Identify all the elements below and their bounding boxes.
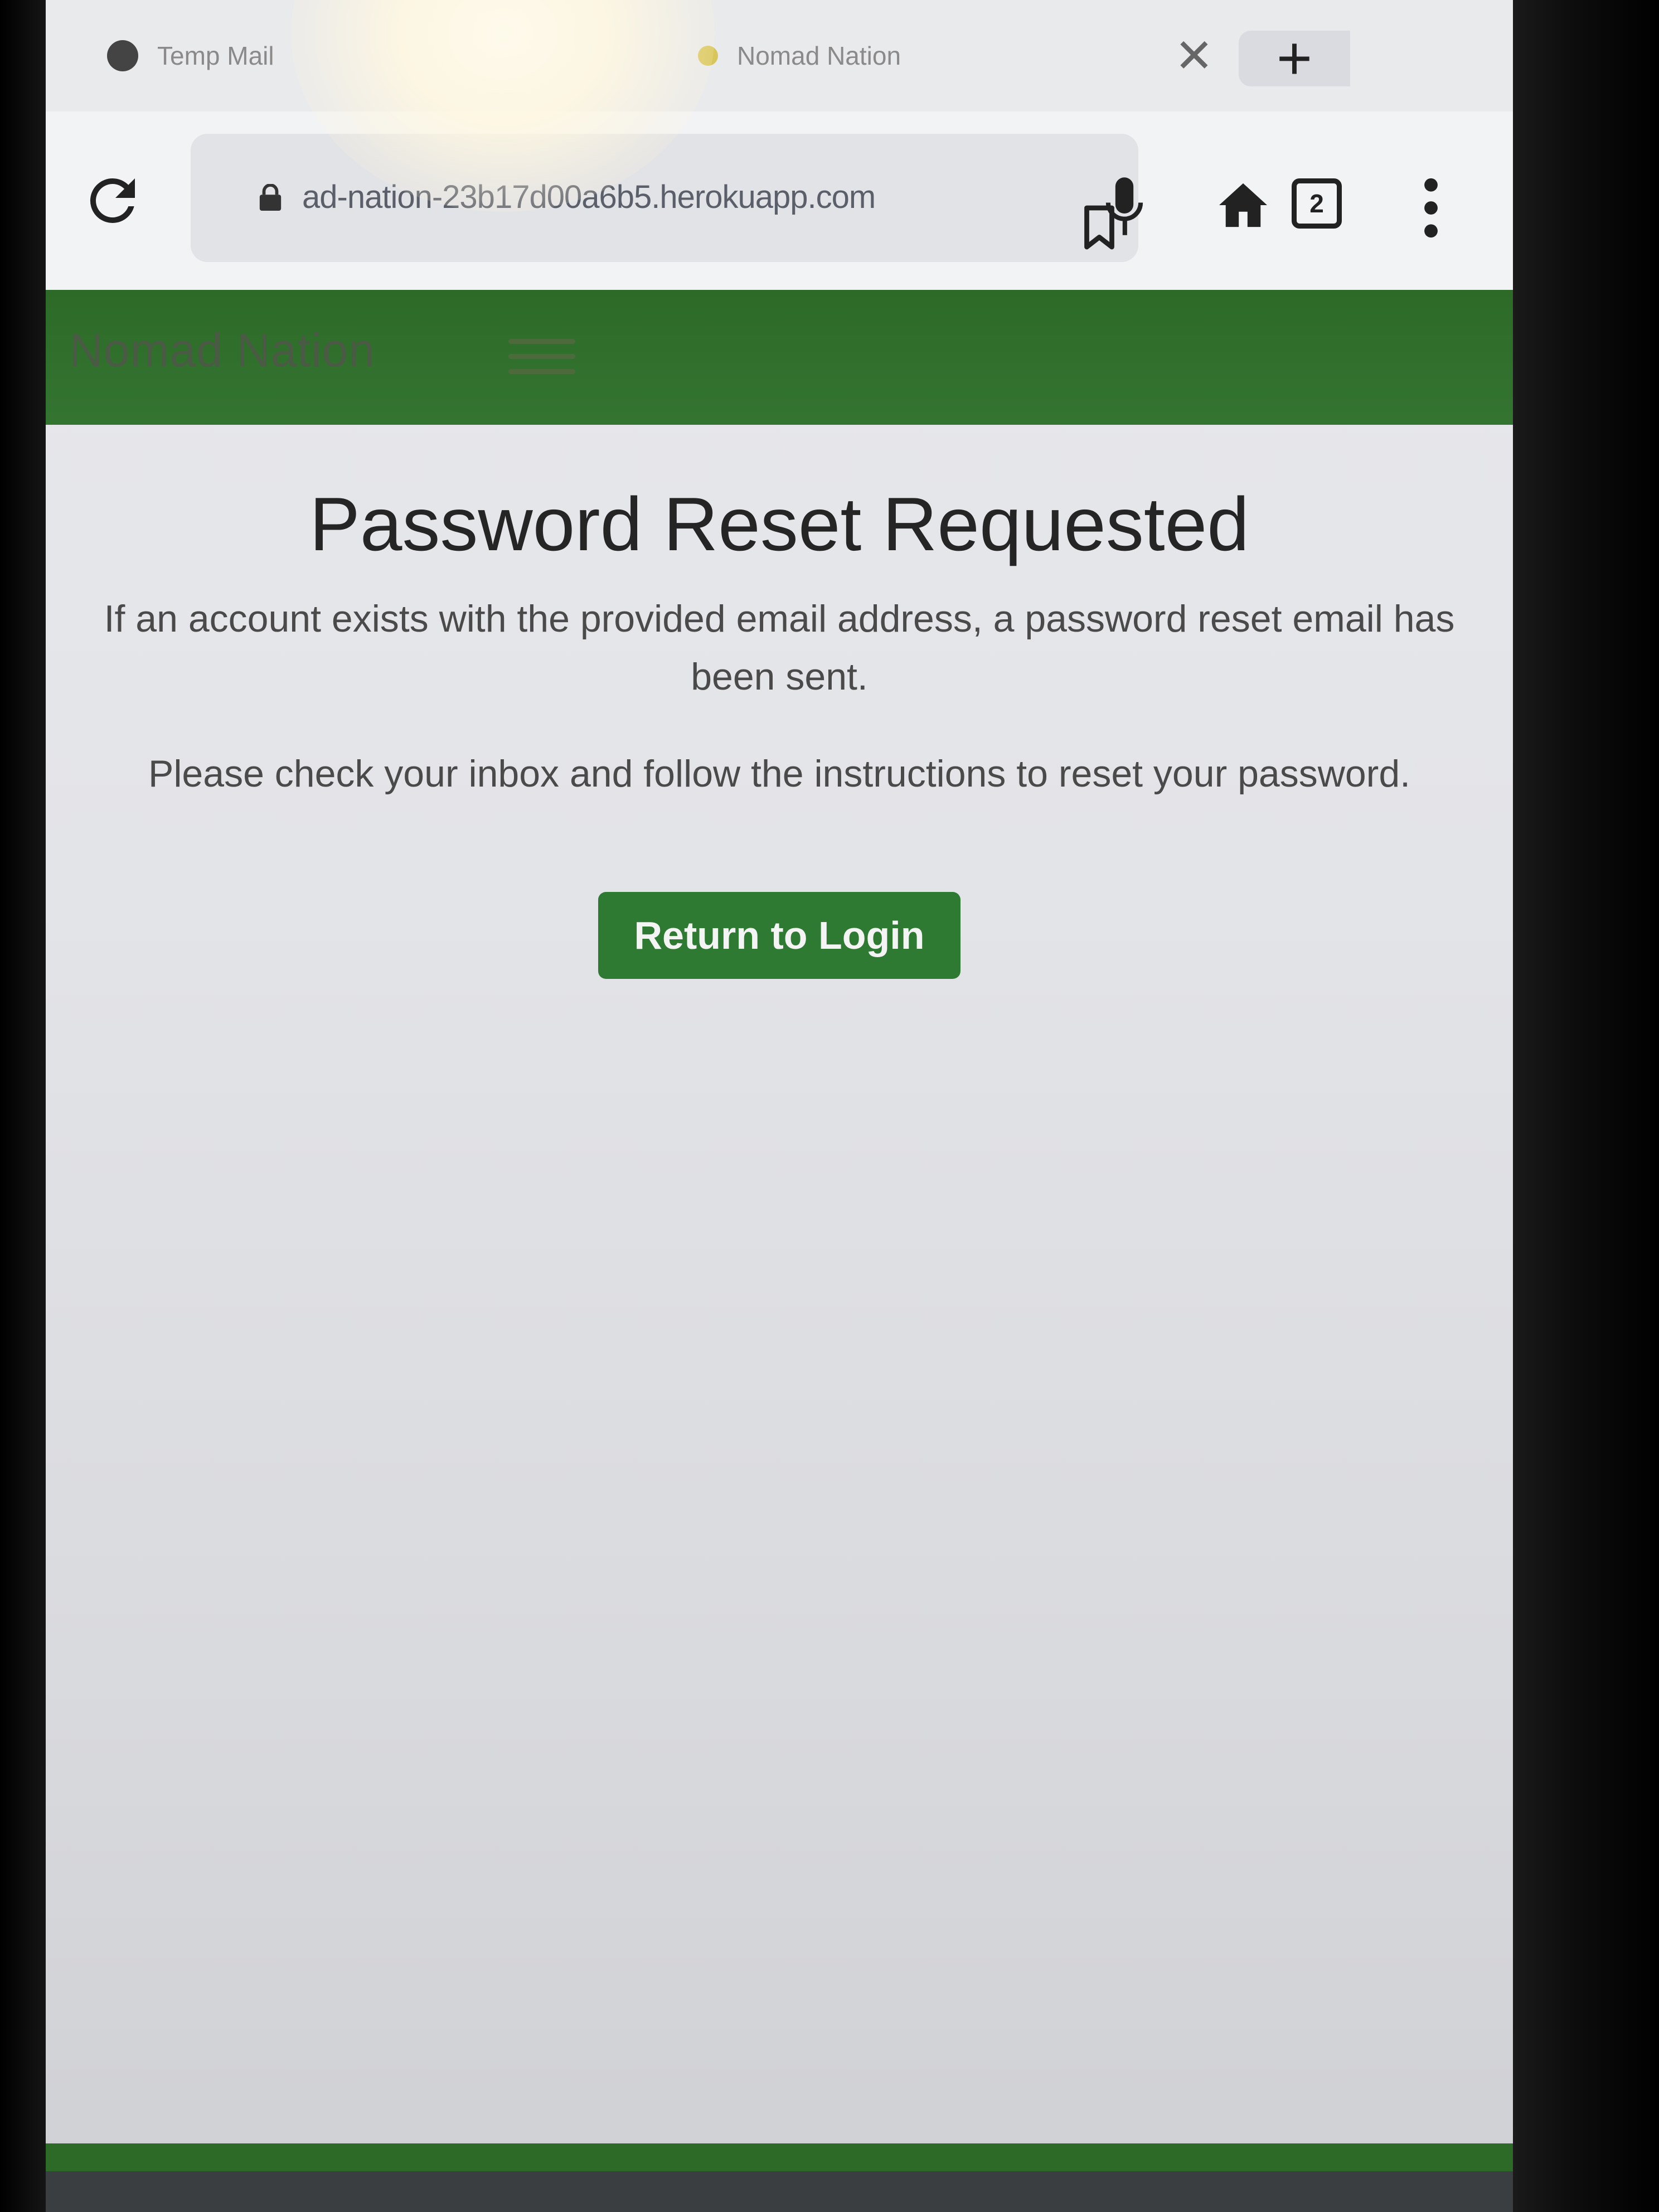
reload-button[interactable] — [79, 167, 146, 234]
device-bezel-right — [1513, 0, 1659, 2212]
main-content: Password Reset Requested If an account e… — [46, 425, 1513, 979]
plus-icon: + — [1276, 24, 1313, 93]
site-brand[interactable]: Nomad Nation — [69, 323, 375, 377]
browser-screen: Temp Mail Nomad Nation ✕ + ad-nation-23b… — [46, 0, 1513, 2212]
browser-toolbar: ad-nation-23b17d00a6b5.herokuapp.com 2 — [46, 111, 1513, 295]
tab-title: Temp Mail — [157, 41, 274, 70]
tab-switcher-button[interactable]: 2 — [1292, 178, 1342, 229]
home-icon[interactable] — [1216, 181, 1270, 229]
page-title: Password Reset Requested — [309, 482, 1249, 566]
close-tab-button[interactable]: ✕ — [1172, 30, 1216, 82]
return-to-login-button[interactable]: Return to Login — [598, 892, 961, 979]
hamburger-menu-icon[interactable] — [508, 329, 575, 390]
tab-title: Nomad Nation — [737, 41, 901, 70]
address-bar[interactable]: ad-nation-23b17d00a6b5.herokuapp.com — [191, 134, 1138, 262]
reset-info-message: If an account exists with the provided e… — [104, 598, 1455, 698]
check-inbox-message: Please check your inbox and follow the i… — [148, 753, 1411, 795]
microphone-icon[interactable] — [1102, 176, 1147, 237]
tab-count: 2 — [1309, 189, 1324, 218]
footer-content — [46, 2171, 1513, 2212]
site-navbar: Nomad Nation — [46, 290, 1513, 425]
device-bezel-left — [0, 0, 46, 2212]
tab-strip: Temp Mail Nomad Nation ✕ + — [46, 0, 1513, 111]
site-footer — [46, 2143, 1513, 2171]
url-text: ad-nation-23b17d00a6b5.herokuapp.com — [302, 179, 876, 215]
more-vert-icon[interactable] — [1423, 177, 1439, 239]
reload-icon — [90, 178, 135, 223]
close-icon: ✕ — [1174, 30, 1214, 82]
lock-icon — [259, 184, 282, 211]
new-tab-button[interactable]: + — [1239, 24, 1350, 93]
temp-mail-favicon-icon — [107, 40, 138, 71]
tab-temp-mail[interactable]: Temp Mail — [107, 28, 676, 84]
nomad-nation-favicon-icon — [698, 46, 718, 66]
device-frame: Temp Mail Nomad Nation ✕ + ad-nation-23b… — [0, 0, 1659, 2212]
